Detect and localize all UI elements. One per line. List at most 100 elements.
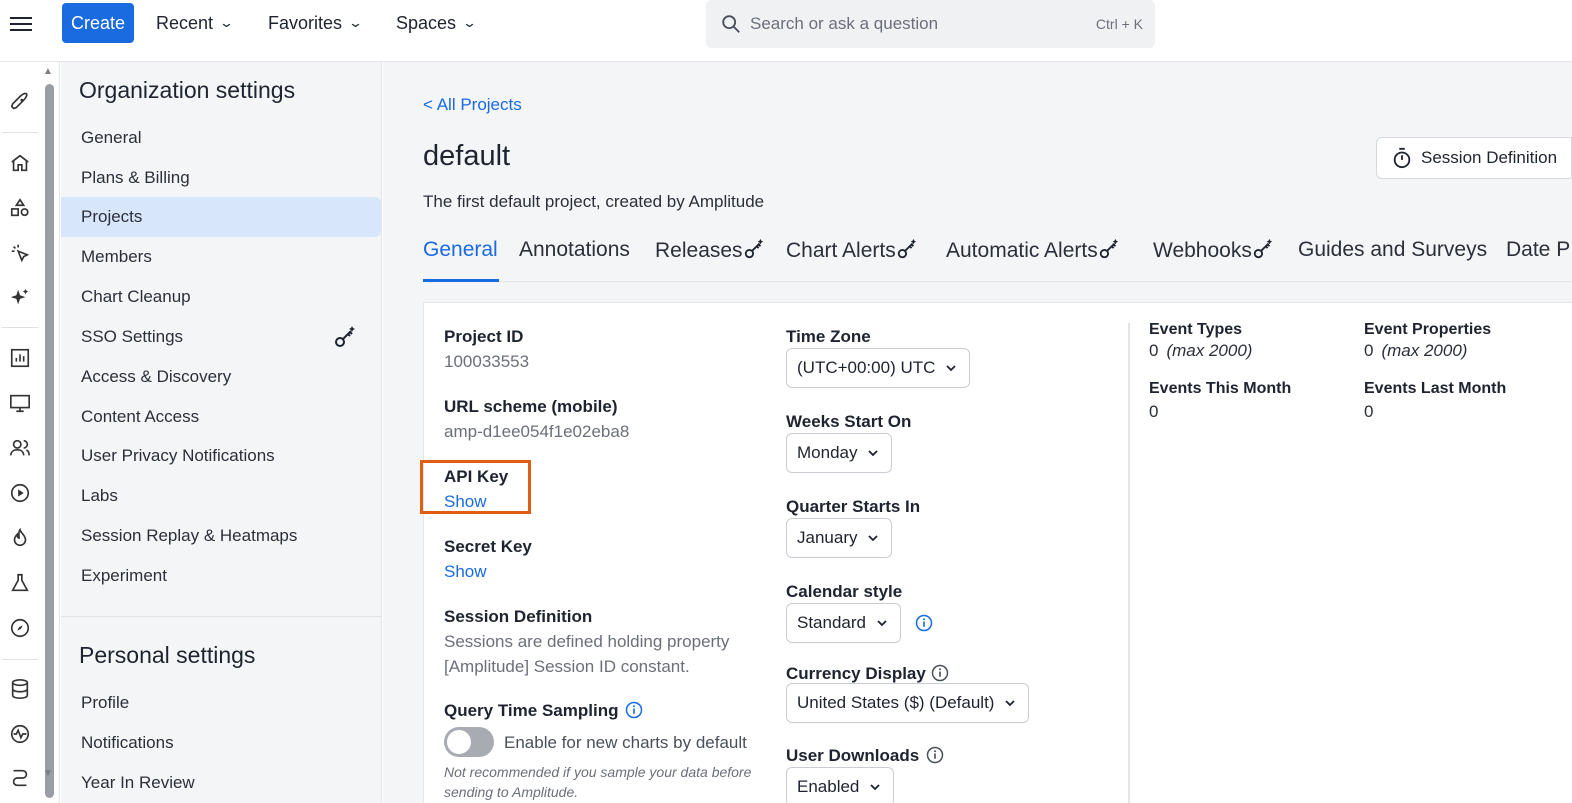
shapes-icon[interactable] [9,197,31,219]
tab-chart-alerts[interactable]: Chart Alerts [786,238,918,263]
time-zone-label: Time Zone [786,327,871,346]
project-id-value: 100033553 [444,352,530,371]
favorites-menu[interactable]: Favorites ⌄ [268,3,363,43]
sidebar-item-label: SSO Settings [81,327,184,346]
sampling-note-line2: sending to Amplitude. [444,784,579,800]
sidebar-item-notifications[interactable]: Notifications [61,723,381,763]
rail-divider [2,659,38,660]
recent-menu[interactable]: Recent ⌄ [156,3,235,43]
search-input[interactable]: Search or ask a question Ctrl + K [706,0,1155,48]
project-id-label: Project ID [444,327,524,346]
flame-icon[interactable] [9,527,31,549]
url-scheme-value: amp-d1ee054f1e02eba8 [444,422,630,441]
time-zone-value: (UTC+00:00) UTC [797,358,936,377]
info-icon[interactable] [926,746,944,764]
all-projects-link[interactable]: < All Projects [423,95,522,115]
event-types-value: 0 (max 2000) [1149,341,1252,361]
info-icon[interactable] [625,701,643,719]
event-properties-count: 0 [1364,341,1374,360]
column-divider [1128,323,1130,803]
project-tabs: General Annotations Releases Chart Alert… [423,238,1572,282]
secret-key-show-link[interactable]: Show [444,562,487,582]
sampling-note-line1: Not recommended if you sample your data … [444,764,752,780]
events-last-month-value: 0 [1364,402,1374,421]
calendar-style-label: Calendar style [786,582,903,601]
search-placeholder: Search or ask a question [750,14,939,33]
personal-settings-title: Personal settings [79,642,256,668]
home-icon[interactable] [9,152,31,174]
sidebar-item-members[interactable]: Members [61,237,381,277]
info-icon[interactable] [915,614,933,632]
session-definition-label: Session Definition [444,607,593,626]
tab-annotations[interactable]: Annotations [519,238,630,262]
currency-display-select[interactable]: United States ($) (Default) [786,683,1030,723]
sidebar-item-plans-billing[interactable]: Plans & Billing [61,158,381,198]
compass-icon[interactable] [9,617,31,639]
scroll-down-arrow[interactable]: ▼ [43,768,53,779]
sidebar-item-projects[interactable]: Projects [61,197,381,237]
route-icon[interactable] [9,767,31,789]
query-time-sampling-toggle[interactable] [444,727,494,757]
monitor-icon[interactable] [9,392,31,414]
create-button[interactable]: Create [62,3,134,43]
time-zone-select[interactable]: (UTC+00:00) UTC [786,348,971,388]
tab-date-p[interactable]: Date P [1506,238,1570,262]
sidebar-item-labs[interactable]: Labs [61,476,381,516]
sidebar-item-access-discovery[interactable]: Access & Discovery [61,357,381,397]
scrollbar-thumb[interactable] [45,84,54,798]
sidebar-item-session-replay[interactable]: Session Replay & Heatmaps [61,516,381,556]
sidebar-divider [61,616,382,617]
event-types-label: Event Types [1149,321,1243,338]
quarter-starts-select[interactable]: January [786,518,893,558]
key-sparkle-icon [1253,238,1273,259]
tab-automatic-alerts[interactable]: Automatic Alerts [946,238,1120,263]
key-sparkle-icon [744,238,763,259]
sidebar-item-profile[interactable]: Profile [61,683,381,723]
sidebar-item-sso-settings[interactable]: SSO Settings [61,317,381,357]
event-properties-max: (max 2000) [1381,341,1468,360]
cursor-click-icon[interactable] [9,242,31,264]
rocket-icon[interactable] [9,91,31,113]
tab-general[interactable]: General [423,238,498,262]
top-bar: Create Recent ⌄ Favorites ⌄ Spaces ⌄ Search… [0,0,1572,62]
page-title: default [423,140,511,172]
key-sparkle-icon [1099,238,1118,259]
weeks-start-select[interactable]: Monday [786,433,893,473]
spaces-menu[interactable]: Spaces ⌄ [396,3,477,43]
chevron-down-icon [877,620,887,627]
sidebar-item-content-access[interactable]: Content Access [61,397,381,437]
sidebar-item-chart-cleanup[interactable]: Chart Cleanup [61,277,381,317]
tab-guides-surveys[interactable]: Guides and Surveys [1298,238,1487,262]
events-this-month-label: Events This Month [1149,380,1292,397]
event-properties-label: Event Properties [1364,321,1492,338]
tab-label: Webhooks [1153,239,1252,262]
play-icon[interactable] [9,482,31,504]
sidebar-item-general[interactable]: General [61,118,381,158]
bar-chart-icon[interactable] [9,347,31,369]
weeks-start-value: Monday [797,443,858,462]
key-sparkle-icon [335,326,355,347]
tab-releases[interactable]: Releases [655,238,765,263]
hamburger-menu-icon[interactable] [10,13,32,35]
project-description: The first default project, created by Am… [423,192,765,211]
settings-sidebar: Organization settings General Plans & Bi… [61,62,382,803]
sidebar-item-user-privacy[interactable]: User Privacy Notifications [61,436,381,476]
scroll-up-arrow[interactable]: ▲ [43,66,53,77]
user-downloads-select[interactable]: Enabled [786,767,895,803]
calendar-style-value: Standard [797,613,866,632]
users-icon[interactable] [9,437,31,459]
event-types-max: (max 2000) [1166,341,1253,360]
search-shortcut: Ctrl + K [1095,16,1143,32]
sidebar-item-experiment[interactable]: Experiment [61,556,381,596]
calendar-style-select[interactable]: Standard [786,603,901,643]
flask-icon[interactable] [9,572,31,594]
api-key-show-link[interactable]: Show [444,492,487,512]
chevron-down-icon: ⌄ [218,15,235,30]
activity-icon[interactable] [9,723,31,745]
sidebar-item-year-in-review[interactable]: Year In Review [61,763,381,803]
tab-webhooks[interactable]: Webhooks [1153,238,1274,263]
database-icon[interactable] [9,678,31,700]
session-definition-button[interactable]: Session Definition [1376,137,1572,179]
sparkle-icon[interactable] [9,287,31,309]
info-icon[interactable] [931,664,949,682]
